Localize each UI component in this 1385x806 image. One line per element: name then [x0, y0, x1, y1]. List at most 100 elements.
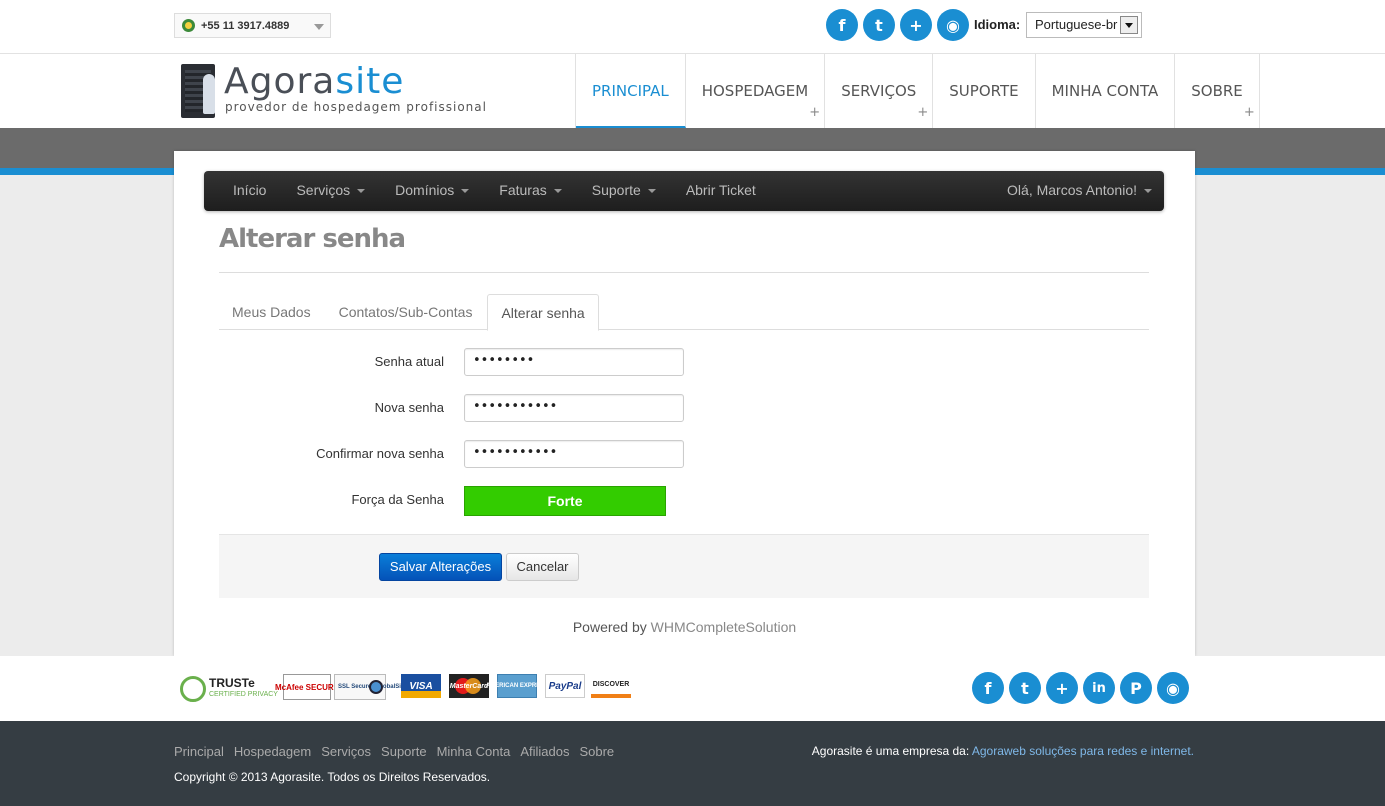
rss-icon[interactable]: ◉	[1157, 672, 1189, 704]
copyright: Copyright © 2013 Agorasite. Todos os Dir…	[174, 770, 491, 784]
client-area-nav: Início Serviços Domínios Faturas Suporte…	[204, 171, 1164, 211]
main-nav-principal[interactable]: PRINCIPAL	[576, 54, 686, 128]
subnav-dominios[interactable]: Domínios	[380, 171, 484, 211]
truste-seal-icon	[180, 676, 206, 702]
page-title: Alterar senha	[219, 224, 406, 254]
user-menu[interactable]: Olá, Marcos Antonio!	[992, 171, 1164, 211]
main-nav-hospedagem[interactable]: HOSPEDAGEM +	[686, 54, 826, 128]
main-nav-minha-conta[interactable]: MINHA CONTA	[1036, 54, 1176, 128]
footer-link-hospedagem[interactable]: Hospedagem	[234, 744, 311, 759]
subnav-servicos[interactable]: Serviços	[281, 171, 380, 211]
brazil-flag-icon	[182, 19, 195, 32]
password-strength-row: Força da Senha Forte	[219, 486, 819, 516]
language-value: Portuguese-br	[1035, 17, 1118, 32]
divider	[219, 272, 1149, 273]
main-nav-servicos[interactable]: SERVIÇOS +	[825, 54, 934, 128]
truste-badge[interactable]: TRUSTe CERTIFIED PRIVACY	[180, 674, 280, 704]
current-password-row: Senha atual ••••••••	[219, 348, 819, 376]
mastercard-text: MasterCard	[449, 682, 489, 690]
password-strength-label: Força da Senha	[351, 492, 444, 507]
powered-by: Powered by WHMCompleteSolution	[174, 619, 1195, 635]
site-footer: Principal Hospedagem Serviços Suporte Mi…	[0, 721, 1385, 806]
plus-icon: +	[1243, 105, 1255, 120]
cancel-button[interactable]: Cancelar	[506, 553, 579, 581]
new-password-row: Nova senha •••••••••••	[219, 394, 819, 422]
powered-by-link[interactable]: WHMCompleteSolution	[651, 619, 797, 635]
logo[interactable]: Agorasite	[224, 61, 404, 102]
social-links-top: f t + ◉	[826, 9, 969, 41]
pinterest-icon[interactable]: P	[1120, 672, 1152, 704]
tab-alterar-senha[interactable]: Alterar senha	[487, 294, 599, 331]
powered-by-prefix: Powered by	[572, 619, 647, 635]
save-button[interactable]: Salvar Alterações	[379, 553, 502, 581]
language-label: Idioma:	[974, 17, 1021, 32]
main-nav-suporte[interactable]: SUPORTE	[933, 54, 1036, 128]
main-nav-label: SUPORTE	[949, 82, 1019, 100]
facebook-icon[interactable]: f	[972, 672, 1004, 704]
chevron-down-icon	[1120, 16, 1138, 34]
social-links-footer: f t + in P ◉	[972, 672, 1189, 704]
logo-suffix: site	[335, 61, 405, 102]
subnav-faturas[interactable]: Faturas	[484, 171, 576, 211]
phone-selector[interactable]: +55 11 3917.4889	[174, 13, 331, 38]
plus-icon[interactable]: +	[1046, 672, 1078, 704]
amex-card-icon: AMERICAN EXPRESS	[486, 674, 548, 698]
plus-icon: +	[809, 105, 821, 120]
plus-icon[interactable]: +	[900, 9, 932, 41]
globalsign-badge[interactable]: SSL Secured GlobalSign	[334, 674, 408, 700]
footer-link-afiliados[interactable]: Afiliados	[520, 744, 569, 759]
current-password-input[interactable]: ••••••••	[464, 348, 684, 376]
plus-icon: +	[917, 105, 929, 120]
truste-text: TRUSTe CERTIFIED PRIVACY	[209, 677, 278, 700]
main-nav: PRINCIPAL HOSPEDAGEM + SERVIÇOS + SUPORTE …	[575, 54, 1260, 128]
subnav-inicio[interactable]: Início	[204, 171, 281, 211]
footer-link-servicos[interactable]: Serviços	[321, 744, 371, 759]
company-link[interactable]: Agoraweb soluções para redes e internet.	[972, 744, 1194, 758]
main-nav-label: PRINCIPAL	[592, 82, 669, 100]
mastercard-icon: MasterCard	[449, 674, 489, 698]
confirm-password-row: Confirmar nova senha •••••••••••	[219, 440, 819, 468]
logo-tagline: provedor de hospedagem profissional	[225, 100, 487, 114]
visa-card-icon: VISA	[401, 674, 441, 698]
main-nav-label: SOBRE	[1191, 82, 1243, 100]
twitter-icon[interactable]: t	[1009, 672, 1041, 704]
linkedin-icon[interactable]: in	[1083, 672, 1115, 704]
logo-prefix: Agora	[224, 61, 336, 102]
form-actions: Salvar Alterações Cancelar	[219, 534, 1149, 598]
facebook-icon[interactable]: f	[826, 9, 858, 41]
tab-contatos[interactable]: Contatos/Sub-Contas	[326, 294, 486, 330]
footer-link-suporte[interactable]: Suporte	[381, 744, 427, 759]
paypal-icon: PayPal	[545, 674, 585, 698]
footer-link-sobre[interactable]: Sobre	[579, 744, 614, 759]
main-nav-label: SERVIÇOS	[841, 82, 917, 100]
top-bar: +55 11 3917.4889 f t + ◉ Idioma: Portugu…	[0, 0, 1385, 54]
twitter-icon[interactable]: t	[863, 9, 895, 41]
main-nav-label: HOSPEDAGEM	[701, 82, 809, 100]
password-strength-meter: Forte	[464, 486, 666, 516]
truste-sub: CERTIFIED PRIVACY	[209, 691, 278, 698]
footer-link-principal[interactable]: Principal	[174, 744, 224, 759]
language-select[interactable]: Portuguese-br	[1026, 12, 1142, 38]
tab-meus-dados[interactable]: Meus Dados	[219, 294, 324, 330]
company-prefix: Agorasite é uma empresa da:	[811, 744, 970, 758]
subnav-abrir-ticket[interactable]: Abrir Ticket	[671, 171, 771, 211]
main-nav-sobre[interactable]: SOBRE +	[1175, 54, 1260, 128]
confirm-password-label: Confirmar nova senha	[316, 446, 444, 461]
subnav-suporte[interactable]: Suporte	[577, 171, 671, 211]
confirm-password-input[interactable]: •••••••••••	[464, 440, 684, 468]
footer-link-minha-conta[interactable]: Minha Conta	[437, 744, 511, 759]
globalsign-seal-icon	[369, 680, 383, 694]
current-password-label: Senha atual	[374, 354, 444, 369]
new-password-input[interactable]: •••••••••••	[464, 394, 684, 422]
discover-card-icon: DISCOVER	[591, 674, 631, 698]
chevron-down-icon	[314, 24, 324, 30]
account-tabs: Meus Dados Contatos/Sub-Contas Alterar s…	[219, 294, 1149, 331]
content-card: Início Serviços Domínios Faturas Suporte…	[174, 151, 1195, 656]
rss-icon[interactable]: ◉	[937, 9, 969, 41]
new-password-label: Nova senha	[374, 400, 444, 415]
main-nav-label: MINHA CONTA	[1051, 82, 1159, 100]
footer-links: Principal Hospedagem Serviços Suporte Mi…	[174, 744, 614, 759]
server-logo-icon	[181, 64, 215, 118]
phone-number: +55 11 3917.4889	[201, 19, 290, 32]
mcafee-badge[interactable]: McAfee SECURE	[275, 674, 339, 700]
